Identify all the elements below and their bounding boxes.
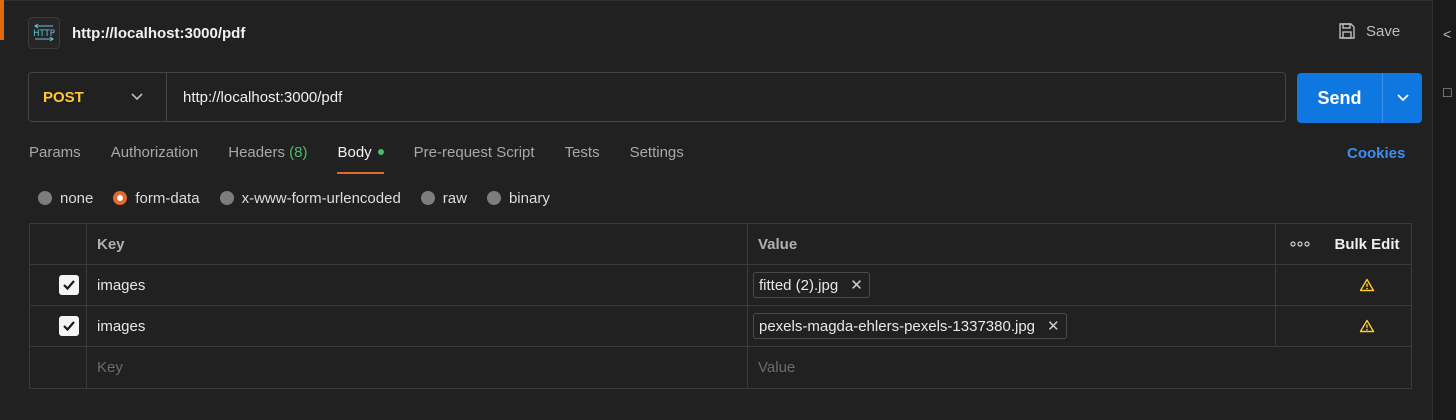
- remove-file-icon[interactable]: ✕: [850, 276, 863, 294]
- radio-circle[interactable]: [486, 191, 501, 205]
- top-border: [0, 0, 1456, 1]
- tab-tests[interactable]: Tests: [565, 140, 600, 174]
- form-data-table: Key Value Bulk Edit images fitted (2).jp…: [29, 223, 1412, 389]
- tab-headers[interactable]: Headers (8): [228, 140, 307, 174]
- url-bar: POST http://localhost:3000/pdf: [28, 72, 1286, 122]
- radio-none[interactable]: none: [38, 190, 93, 207]
- request-header: HTTP http://localhost:3000/pdf: [28, 16, 245, 50]
- code-icon[interactable]: <: [1443, 26, 1451, 42]
- save-button[interactable]: Save: [1338, 22, 1400, 40]
- body-type-options: none form-data x-www-form-urlencoded raw…: [38, 187, 570, 209]
- chevron-down-icon: [131, 93, 143, 101]
- tab-body[interactable]: Body: [337, 140, 384, 174]
- body-indicator-dot: [377, 149, 384, 155]
- method-label: POST: [43, 88, 84, 106]
- radio-circle[interactable]: [219, 191, 234, 205]
- key-input[interactable]: Key: [97, 359, 123, 376]
- remove-file-icon[interactable]: ✕: [1047, 317, 1060, 335]
- table-header-row: Key Value Bulk Edit: [30, 224, 1411, 265]
- radio-circle[interactable]: [38, 191, 52, 205]
- key-cell[interactable]: images: [97, 277, 145, 294]
- ellipsis-icon: [1289, 241, 1310, 247]
- value-input[interactable]: Value: [758, 359, 795, 376]
- key-column-header: Key: [97, 235, 125, 253]
- checkmark-icon: [63, 280, 75, 291]
- row-checkbox[interactable]: [59, 275, 79, 295]
- radio-x-www-form-urlencoded[interactable]: x-www-form-urlencoded: [219, 190, 401, 207]
- http-icon: HTTP: [28, 17, 60, 49]
- request-tabs: Params Authorization Headers (8) Body Pr…: [29, 140, 714, 174]
- table-row: images pexels-magda-ehlers-pexels-133738…: [30, 306, 1411, 347]
- key-cell[interactable]: images: [97, 318, 145, 335]
- save-label: Save: [1366, 22, 1401, 40]
- bulk-edit-button[interactable]: Bulk Edit: [1334, 236, 1399, 253]
- warning-icon[interactable]: [1359, 278, 1375, 292]
- radio-raw[interactable]: raw: [420, 190, 467, 207]
- tab-settings[interactable]: Settings: [630, 140, 684, 174]
- active-window-accent: [0, 0, 4, 40]
- more-options-button[interactable]: [1276, 224, 1323, 264]
- value-column-header: Value: [758, 235, 798, 253]
- row-checkbox[interactable]: [59, 316, 79, 336]
- radio-binary[interactable]: binary: [486, 190, 550, 207]
- send-button-group: Send: [1297, 73, 1422, 123]
- info-icon[interactable]: □: [1443, 84, 1451, 100]
- table-row: images fitted (2).jpg ✕: [30, 265, 1411, 306]
- right-sidebar: < □: [1432, 0, 1456, 420]
- headers-count: (8): [289, 144, 308, 161]
- request-title[interactable]: http://localhost:3000/pdf: [72, 25, 245, 42]
- file-chip[interactable]: pexels-magda-ehlers-pexels-1337380.jpg ✕: [753, 313, 1067, 339]
- method-select[interactable]: POST: [29, 73, 167, 121]
- radio-circle-selected[interactable]: [113, 191, 128, 205]
- url-input[interactable]: http://localhost:3000/pdf: [167, 89, 342, 106]
- tab-authorization[interactable]: Authorization: [111, 140, 199, 174]
- radio-circle[interactable]: [420, 191, 435, 205]
- warning-icon[interactable]: [1359, 319, 1375, 333]
- save-icon: [1339, 23, 1355, 39]
- tab-pre-request-script[interactable]: Pre-request Script: [414, 140, 535, 174]
- file-chip[interactable]: fitted (2).jpg ✕: [753, 272, 870, 298]
- tab-params[interactable]: Params: [29, 140, 81, 174]
- empty-table-row: Key Value: [30, 347, 1411, 388]
- send-options-button[interactable]: [1383, 93, 1422, 103]
- chevron-down-icon: [1396, 94, 1409, 102]
- send-button[interactable]: Send: [1297, 88, 1382, 109]
- radio-form-data[interactable]: form-data: [113, 190, 200, 207]
- checkmark-icon: [63, 321, 75, 332]
- cookies-link[interactable]: Cookies: [1347, 145, 1405, 162]
